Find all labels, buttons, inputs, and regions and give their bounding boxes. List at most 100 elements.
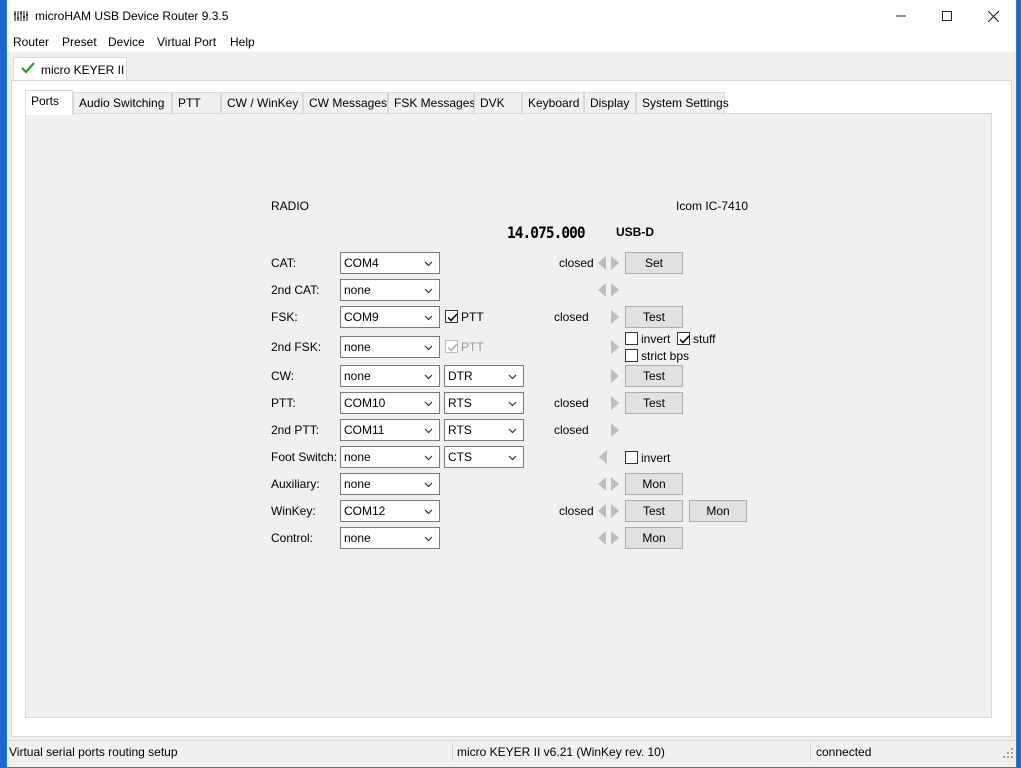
foot-switch-invert-checkbox[interactable] — [625, 451, 638, 464]
menu-preset[interactable]: Preset — [62, 35, 97, 49]
minimize-button[interactable] — [878, 0, 924, 32]
chevron-down-icon — [424, 341, 433, 355]
fsk-strict-bps-checkbox[interactable] — [625, 349, 638, 362]
tab-cw-messages[interactable]: CW Messages — [303, 92, 388, 114]
chevron-down-icon — [508, 370, 517, 384]
app-window: microHAM USB Device Router 9.3.5 Router … — [6, 0, 1017, 768]
ptt-port-value: COM10 — [344, 396, 386, 410]
fsk-status: closed — [554, 310, 589, 324]
foot-switch-port-select[interactable]: none — [340, 446, 440, 468]
tab-dvk[interactable]: DVK — [474, 92, 522, 114]
chevron-down-icon — [424, 397, 433, 411]
fsk-invert-checkbox[interactable] — [625, 332, 638, 345]
ptt2-port-value: COM11 — [344, 423, 385, 437]
cw-test-button[interactable]: Test — [625, 365, 683, 387]
ptt-line-value: RTS — [448, 396, 472, 410]
fsk2-port-select[interactable]: none — [340, 336, 440, 358]
cat-set-button[interactable]: Set — [625, 252, 683, 274]
ptt2-label: 2nd PTT: — [271, 423, 320, 437]
fsk-ptt-checkbox[interactable] — [445, 310, 458, 323]
winkey-label: WinKey: — [271, 504, 316, 518]
ptt2-line-select[interactable]: RTS — [444, 419, 524, 441]
chevron-down-icon — [424, 505, 433, 519]
cw-line-select[interactable]: DTR — [444, 365, 524, 387]
radio-label: RADIO — [271, 199, 310, 213]
fsk-stuff-checkbox[interactable] — [677, 332, 690, 345]
title-bar[interactable]: microHAM USB Device Router 9.3.5 — [7, 0, 1016, 32]
tab-system-settings[interactable]: System Settings — [636, 92, 729, 114]
winkey-mon-button[interactable]: Mon — [689, 500, 747, 522]
ptt-status: closed — [554, 396, 589, 410]
chevron-down-icon — [424, 532, 433, 546]
radio-model: Icom IC-7410 — [676, 199, 749, 213]
maximize-button[interactable] — [924, 0, 970, 32]
fsk-port-select[interactable]: COM9 — [340, 306, 440, 328]
check-icon — [447, 313, 458, 322]
check-icon — [679, 335, 690, 344]
cw-port-select[interactable]: none — [340, 365, 440, 387]
ptt2-activity-arrow-icon — [610, 423, 620, 437]
app-logo-icon — [13, 8, 29, 24]
chevron-down-icon — [424, 257, 433, 271]
tab-display[interactable]: Display — [584, 92, 636, 114]
winkey-test-button[interactable]: Test — [625, 500, 683, 522]
cat2-port-select[interactable]: none — [340, 279, 440, 301]
auxiliary-activity-arrows-icon — [598, 477, 620, 491]
frequency-display: 14.075.000 — [507, 223, 586, 242]
control-port-value: none — [344, 531, 371, 545]
cw-label: CW: — [271, 369, 295, 383]
foot-switch-activity-arrow-icon — [598, 450, 608, 464]
tab-audio-switching[interactable]: Audio Switching — [73, 92, 172, 114]
cat-status: closed — [559, 256, 594, 270]
tab-ports[interactable]: Ports — [25, 90, 73, 115]
close-button[interactable] — [970, 0, 1016, 32]
menu-router[interactable]: Router — [13, 35, 49, 49]
winkey-port-value: COM12 — [344, 504, 386, 518]
ptt-label: PTT: — [271, 396, 296, 410]
cat-activity-arrows-icon — [598, 256, 620, 270]
status-separator — [810, 743, 811, 761]
ptt-port-select[interactable]: COM10 — [340, 392, 440, 414]
fsk2-label: 2nd FSK: — [271, 340, 322, 354]
control-mon-button[interactable]: Mon — [625, 527, 683, 549]
foot-switch-line-value: CTS — [448, 450, 472, 464]
ports-panel — [25, 113, 992, 718]
device-tab-micro-keyer[interactable]: micro KEYER II — [13, 57, 127, 81]
fsk-label: FSK: — [271, 310, 298, 324]
tab-cw-winkey[interactable]: CW / WinKey — [221, 92, 303, 114]
ptt-line-select[interactable]: RTS — [444, 392, 524, 414]
menu-help[interactable]: Help — [230, 35, 255, 49]
cw-activity-arrow-icon — [610, 369, 620, 383]
ptt-test-button[interactable]: Test — [625, 392, 683, 414]
cat-port-select[interactable]: COM4 — [340, 252, 440, 274]
auxiliary-mon-button[interactable]: Mon — [625, 473, 683, 495]
status-description: Virtual serial ports routing setup — [9, 745, 178, 759]
menu-virtual-port[interactable]: Virtual Port — [157, 35, 216, 49]
menu-device[interactable]: Device — [108, 35, 145, 49]
fsk2-ptt-checkbox[interactable] — [445, 340, 458, 353]
chevron-down-icon — [424, 284, 433, 298]
winkey-status: closed — [559, 504, 594, 518]
auxiliary-port-value: none — [344, 477, 371, 491]
tab-ptt[interactable]: PTT — [172, 92, 221, 114]
ptt2-port-select[interactable]: COM11 — [340, 419, 440, 441]
maximize-icon — [942, 11, 952, 21]
resize-grip-icon[interactable] — [1002, 747, 1014, 762]
chevron-down-icon — [508, 397, 517, 411]
cat-port-value: COM4 — [344, 256, 379, 270]
fsk-activity-arrow-icon — [610, 310, 620, 324]
cat-label: CAT: — [271, 256, 297, 270]
cat2-label: 2nd CAT: — [271, 283, 320, 297]
chevron-down-icon — [508, 424, 517, 438]
device-tab-label: micro KEYER II — [41, 62, 125, 77]
winkey-port-select[interactable]: COM12 — [340, 500, 440, 522]
chevron-down-icon — [424, 311, 433, 325]
foot-switch-line-select[interactable]: CTS — [444, 446, 524, 468]
cw-line-value: DTR — [448, 369, 473, 383]
cat2-activity-arrows-icon — [598, 283, 620, 297]
control-port-select[interactable]: none — [340, 527, 440, 549]
tab-fsk-messages[interactable]: FSK Messages — [388, 92, 475, 114]
fsk-test-button[interactable]: Test — [625, 306, 683, 328]
auxiliary-port-select[interactable]: none — [340, 473, 440, 495]
tab-keyboard[interactable]: Keyboard — [522, 92, 584, 114]
